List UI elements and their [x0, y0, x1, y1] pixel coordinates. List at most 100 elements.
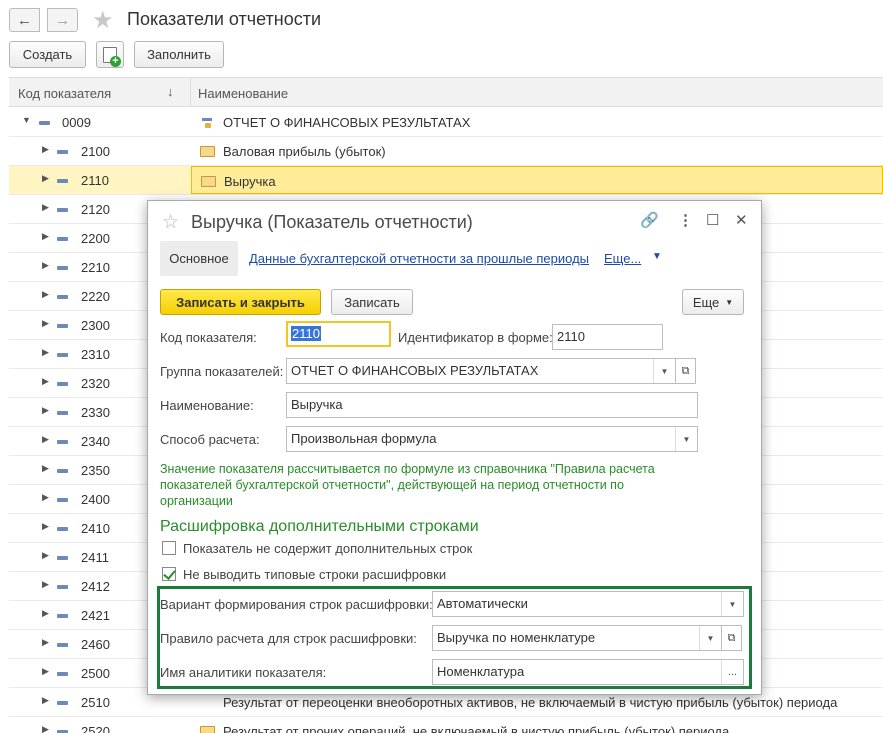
expand-icon[interactable]: ▶ [42, 521, 49, 532]
folder-icon [201, 176, 216, 187]
save-and-close-button[interactable]: Записать и закрыть [160, 289, 321, 315]
folder-icon [200, 146, 215, 157]
row-name-cell[interactable]: Валовая прибыль (убыток) [191, 137, 883, 165]
tab-prev-periods[interactable]: Данные бухгалтерской отчетности за прошл… [249, 251, 589, 266]
select-ellipsis-icon[interactable]: ... [721, 660, 743, 684]
row-code: 2310 [81, 347, 110, 362]
row-name-cell[interactable]: Выручка [191, 166, 883, 194]
indicator-icon [57, 150, 68, 154]
expand-icon[interactable]: ▶ [42, 695, 49, 706]
tab-main[interactable]: Основное [160, 241, 238, 276]
expand-icon[interactable]: ▶ [42, 376, 49, 387]
expand-icon[interactable]: ▶ [42, 202, 49, 213]
expand-icon[interactable]: ▶ [42, 492, 49, 503]
code-value: 2110 [291, 326, 321, 341]
indicator-icon [57, 556, 68, 560]
expand-icon[interactable]: ▶ [42, 579, 49, 590]
create-button[interactable]: Создать [9, 41, 86, 68]
dropdown-arrow-icon[interactable]: ▼ [653, 359, 675, 383]
column-divider[interactable] [190, 78, 191, 106]
expand-icon[interactable]: ▶ [42, 260, 49, 271]
favorite-star-icon[interactable]: ☆ [162, 211, 179, 234]
row-code: 2220 [81, 289, 110, 304]
indicator-icon [57, 324, 68, 328]
table-row[interactable]: ▶ 2110 Выручка [9, 166, 883, 195]
more-vertical-icon[interactable]: ⋮ [678, 211, 693, 229]
open-rule-button[interactable]: ⧉ [722, 625, 742, 651]
save-button[interactable]: Записать [331, 289, 413, 315]
column-header-name[interactable]: Наименование [198, 86, 288, 101]
row-name: Валовая прибыль (убыток) [223, 144, 386, 159]
open-window-icon: ⧉ [681, 364, 690, 377]
group-value: ОТЧЕТ О ФИНАНСОВЫХ РЕЗУЛЬТАТАХ [291, 363, 539, 378]
indicator-icon [57, 585, 68, 589]
column-header-code[interactable]: Код показателя [18, 86, 111, 101]
table-row[interactable]: ▶ 2100 Валовая прибыль (убыток) [9, 137, 883, 166]
code-input[interactable]: 2110 [286, 321, 391, 347]
no-extra-rows-checkbox[interactable] [162, 541, 176, 555]
expand-icon[interactable]: ▶ [42, 289, 49, 300]
dropdown-arrow-icon[interactable]: ▼ [699, 626, 721, 650]
analytic-value: Номенклатура [437, 664, 525, 679]
expand-icon[interactable]: ▶ [42, 724, 49, 733]
analytic-label: Имя аналитики показателя: [160, 665, 327, 680]
indicator-icon [57, 643, 68, 647]
row-code: 2200 [81, 231, 110, 246]
name-input[interactable]: Выручка [286, 392, 698, 418]
indicator-icon [57, 237, 68, 241]
table-row[interactable]: ▶ 2520 Результат от прочих операций, не вк… [9, 717, 883, 733]
row-code: 2500 [81, 666, 110, 681]
tab-more[interactable]: Еще... [604, 251, 641, 266]
expand-icon[interactable]: ▶ [42, 637, 49, 648]
hide-standard-rows-label[interactable]: Не выводить типовые строки расшифровки [183, 567, 446, 582]
sort-down-icon: ↓ [167, 84, 174, 99]
expand-icon[interactable]: ▶ [42, 463, 49, 474]
fill-button[interactable]: Заполнить [134, 41, 224, 68]
no-extra-rows-label[interactable]: Показатель не содержит дополнительных ст… [183, 541, 472, 556]
expand-icon[interactable]: ▶ [42, 434, 49, 445]
rule-select[interactable]: Выручка по номенклатуре ▼ [432, 625, 722, 651]
expand-icon[interactable]: ▶ [42, 608, 49, 619]
maximize-icon[interactable]: ☐ [706, 211, 719, 229]
row-code: 2120 [81, 202, 110, 217]
more-button[interactable]: Еще ▼ [682, 289, 744, 315]
expand-icon[interactable]: ▶ [42, 144, 49, 155]
chevron-down-icon[interactable]: ▼ [652, 251, 662, 262]
back-button[interactable]: ← [9, 8, 40, 32]
add-copy-button[interactable] [96, 41, 124, 68]
calc-method-value: Произвольная формула [291, 431, 437, 446]
calc-hint-text: Значение показателя рассчитывается по фо… [160, 462, 655, 508]
forward-button[interactable]: → [47, 8, 78, 32]
group-select[interactable]: ОТЧЕТ О ФИНАНСОВЫХ РЕЗУЛЬТАТАХ ▼ [286, 358, 676, 384]
indicator-icon [57, 411, 68, 415]
analytic-input[interactable]: Номенклатура... [432, 659, 744, 685]
row-name: Выручка [224, 174, 276, 189]
row-code: 2411 [81, 550, 109, 565]
expand-icon[interactable]: ▶ [42, 173, 49, 184]
indicator-icon [57, 469, 68, 473]
close-icon[interactable]: ✕ [735, 211, 748, 229]
variant-label: Вариант формирования строк расшифровки: [160, 597, 433, 612]
expand-icon[interactable]: ▶ [42, 550, 49, 561]
expand-icon[interactable]: ▶ [42, 347, 49, 358]
link-icon[interactable]: 🔗 [640, 211, 659, 229]
expand-icon[interactable]: ▶ [42, 405, 49, 416]
row-name-cell[interactable]: ОТЧЕТ О ФИНАНСОВЫХ РЕЗУЛЬТАТАХ [191, 108, 883, 136]
calc-method-select[interactable]: Произвольная формула ▼ [286, 426, 698, 452]
row-code: 2210 [81, 260, 110, 275]
table-row[interactable]: ▼ 0009 ОТЧЕТ О ФИНАНСОВЫХ РЕЗУЛЬТАТАХ [9, 108, 883, 137]
row-name-cell[interactable]: Результат от прочих операций, не включае… [191, 717, 883, 733]
expand-icon[interactable]: ▶ [42, 666, 49, 677]
indicator-icon [57, 179, 68, 183]
expand-icon[interactable]: ▶ [42, 318, 49, 329]
indicator-icon [57, 208, 68, 212]
collapse-icon[interactable]: ▼ [22, 115, 31, 125]
form-id-input[interactable]: 2110 [552, 324, 663, 350]
dropdown-arrow-icon[interactable]: ▼ [721, 592, 743, 616]
dropdown-arrow-icon[interactable]: ▼ [675, 427, 697, 451]
open-item-button[interactable]: ⧉ [676, 358, 696, 384]
expand-icon[interactable]: ▶ [42, 231, 49, 242]
favorite-star-icon[interactable]: ★ [92, 6, 114, 35]
variant-select[interactable]: Автоматически ▼ [432, 591, 744, 617]
hide-standard-rows-checkbox[interactable] [162, 567, 176, 581]
